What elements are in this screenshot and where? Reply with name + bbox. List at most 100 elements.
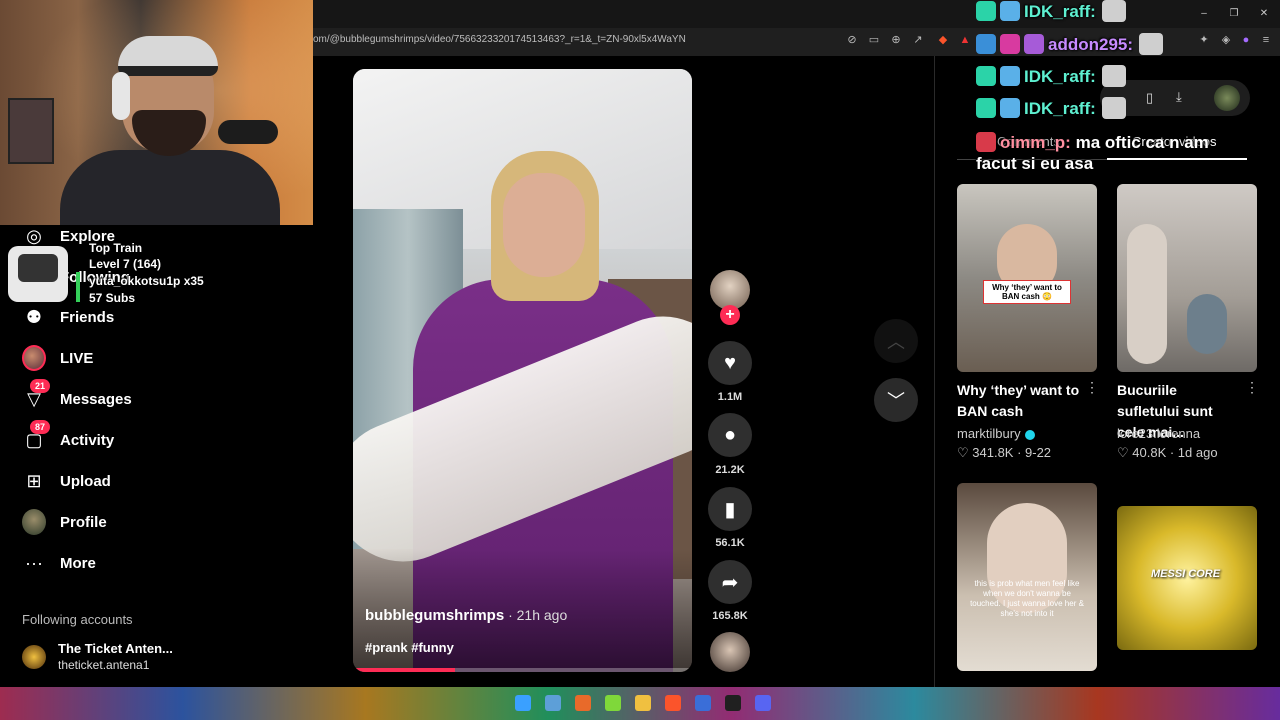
comment-count: 21.2K [715,464,745,476]
chat-message: facut si eu asa [976,154,1094,173]
train-icon [8,246,68,302]
taskbar [0,687,1280,720]
thumb-caption: MESSI CORE [1151,568,1221,580]
share-arrow-icon: ➦ [721,571,739,594]
streamer-body [60,150,280,225]
screen-icon[interactable]: ▭ [866,32,882,48]
more-options-icon[interactable]: ⋮ [1085,379,1099,396]
chat-line: oimm_p: ma oftic ca n am [976,132,1209,153]
video-card-thumbnail[interactable]: this is prob what men feel like when we … [957,483,1097,671]
share-button[interactable]: ➦ [708,560,752,604]
train-subs: 57 Subs [89,291,136,305]
sidebar-item-label: Messages [60,390,132,408]
extensions-icon[interactable]: ✦ [1196,32,1212,48]
verified-icon [1024,429,1035,440]
obs-icon[interactable] [725,695,741,711]
chat-badge-icon [976,34,996,54]
video-card-thumbnail[interactable]: Why ‘they’ want to BAN cash 😳 [957,184,1097,372]
restore-button[interactable]: ❐ [1224,6,1244,22]
sidebar-item-profile[interactable]: Profile [22,508,107,536]
minimize-button[interactable]: – [1194,6,1214,22]
sidebar-item-messages[interactable]: ▽ 21 Messages [22,379,132,413]
train-level: Level 7 (164) [89,257,162,271]
rewards-icon[interactable]: ▲ [957,32,973,48]
video-hashtags[interactable]: #prank #funny [365,640,454,655]
video-card-author[interactable]: lore23.lorenna [1117,426,1200,441]
more-options-icon[interactable]: ⋮ [1245,379,1259,396]
mobile-icon[interactable]: ▯ [1146,90,1153,106]
folder-icon[interactable] [635,695,651,711]
sidebar-item-activity[interactable]: ▢ 87 Activity [22,420,114,454]
chat-username: IDK_raff: [1024,67,1096,86]
tab-active-indicator [1107,158,1247,160]
headset [112,72,130,120]
close-button[interactable]: ✕ [1254,6,1274,22]
video-progress-bar[interactable] [353,668,692,672]
browser-tab-strip [313,0,1280,28]
next-video-button[interactable]: ﹀ [874,378,918,422]
app-icon[interactable] [545,695,561,711]
sidebar-item-more[interactable]: ··· More [22,549,96,577]
thumb-person-standing [1127,224,1167,364]
app-icon[interactable] [575,695,591,711]
discord-icon[interactable] [755,695,771,711]
chat-badge-icon [976,98,996,118]
video-card-thumbnail[interactable] [1117,184,1257,372]
chat-badge-icon [1024,34,1044,54]
address-bar[interactable]: om/@bubblegumshrimps/video/7566323320174… [313,30,853,50]
video-player[interactable]: bubblegumshrimps · 21h ago #prank #funny [353,69,692,672]
sidebar-item-friends[interactable]: ⚉ Friends [22,303,114,331]
video-card-title[interactable]: Why ‘they’ want to BAN cash [957,380,1082,422]
menu-icon[interactable]: ≡ [1258,32,1274,48]
video-person-face [503,173,585,277]
brave-icon[interactable] [665,695,681,711]
windows-start-icon[interactable] [515,695,531,711]
app-icon[interactable] [605,695,621,711]
following-account-item[interactable]: The Ticket Anten... theticket.antena1 [22,641,222,677]
sidebar-item-label: More [60,554,96,572]
chat-username: IDK_raff: [1024,99,1096,118]
chat-emote-icon [1139,33,1164,55]
user-avatar[interactable] [1214,85,1240,111]
video-author[interactable]: bubblegumshrimps [365,607,504,624]
sidebar-item-live[interactable]: LIVE [22,344,93,372]
video-card-thumbnail[interactable]: MESSI CORE [1117,506,1257,650]
like-count: 1.1M [717,391,743,403]
author-avatar[interactable] [710,270,750,310]
microphone [218,120,278,144]
video-time: · 21h ago [504,607,568,623]
upload-icon: ⊞ [26,470,42,491]
video-card-author-name: marktilbury [957,426,1021,441]
video-card-stats: ♡ 341.8K · 9-22 [957,445,1052,460]
chat-username: oimm_p: [1000,133,1071,152]
chat-line: IDK_raff: [976,65,1126,87]
train-title: Top Train [89,241,143,255]
bookmark-icon: ▮ [724,498,736,521]
like-button[interactable]: ♥ [708,341,752,385]
brave-shield-icon[interactable]: ◆ [935,32,951,48]
chat-message: ma oftic ca n am [1075,133,1209,152]
share-icon[interactable]: ↗ [910,32,926,48]
sidebar-item-label: Friends [60,308,115,326]
video-author-line[interactable]: bubblegumshrimps · 21h ago [365,607,567,624]
zoom-icon[interactable]: ⊕ [888,32,904,48]
no-sound-icon[interactable]: ⊘ [844,32,860,48]
more-icon: ··· [25,552,43,573]
previous-video-button[interactable]: ︿ [874,319,918,363]
music-disc[interactable] [710,632,750,672]
thumb-person-sitting [1187,294,1227,354]
share-count: 165.8K [712,610,748,622]
chat-username: addon295: [1048,35,1134,54]
app-icon[interactable] [695,695,711,711]
friends-icon: ⚉ [25,306,43,327]
sidebar-item-upload[interactable]: ⊞ Upload [22,467,110,495]
save-button[interactable]: ▮ [708,487,752,531]
streamer-beanie [118,36,218,76]
vpn-icon[interactable]: ● [1238,32,1254,48]
comment-button[interactable]: ● [708,413,752,457]
shield-icon[interactable]: ◈ [1218,32,1234,48]
follow-button[interactable]: + [720,305,740,325]
right-panel-divider [934,56,935,687]
video-card-author[interactable]: marktilbury [957,426,1035,441]
download-icon[interactable]: ⤓ [1176,89,1182,105]
